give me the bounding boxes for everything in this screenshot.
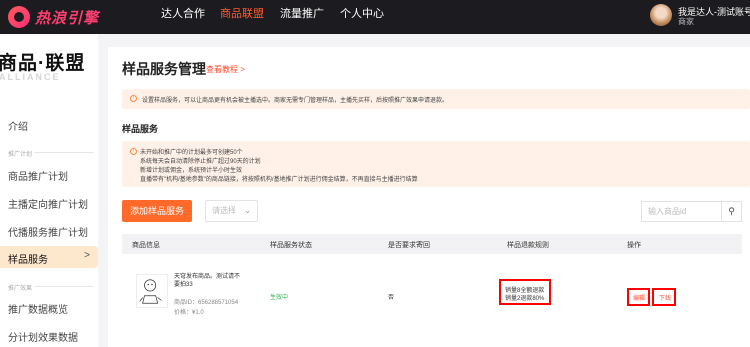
- select-placeholder: 请选择: [212, 206, 236, 215]
- table-row: 天穹发布商品。测试请不要拍33 商品ID：656288571054 价格：¥1.…: [122, 254, 742, 347]
- chevron-right-icon: >: [84, 250, 90, 261]
- product-thumbnail[interactable]: [136, 274, 168, 308]
- sidebar-item-data-overview[interactable]: 推广数据概览: [8, 301, 68, 316]
- table-header-cell: 操作: [627, 242, 641, 249]
- table-header-cell: 商品信息: [132, 242, 160, 249]
- sidebar-item-label: 样品服务: [8, 255, 48, 266]
- sidebar-item-intro[interactable]: 介绍: [8, 118, 28, 133]
- sidebar-group-promotion-plans: 推广计划: [8, 149, 95, 158]
- table-header-cell: 样品服务状态: [270, 242, 312, 249]
- sidebar-item-agency-service-plan[interactable]: 代播服务推广计划: [8, 224, 88, 239]
- refund-rule-line: 销量2退款80%: [505, 296, 545, 302]
- table-header-cell: 样品退款规则: [507, 242, 549, 249]
- product-price: 价格：¥1.0: [174, 310, 204, 316]
- sidebar: 商品·联盟 ALLIANCE 介绍 推广计划 商品推广计划 主播定向推广计划 代…: [0, 34, 98, 347]
- logo-text: 热浪引擎: [35, 9, 100, 27]
- chevron-down-icon: ⌄: [244, 206, 251, 215]
- edit-highlight: 编辑: [627, 288, 650, 306]
- search-icon[interactable]: ⚲: [721, 201, 742, 222]
- status-select[interactable]: 请选择 ⌄: [205, 200, 258, 222]
- section-title: 样品服务: [122, 124, 159, 134]
- sidebar-subtitle: ALLIANCE: [0, 72, 61, 82]
- sidebar-item-sample-service[interactable]: 样品服务 >: [0, 246, 98, 268]
- sidebar-item-plan-effect-data[interactable]: 分计划效果数据: [8, 329, 78, 344]
- rule-line: 未开始和推广中的计划最多可创建50个: [140, 150, 243, 156]
- notice-text: 设置样品服务，可以让商品更有机会被主播选中。商家无需专门管理样品，主播先买样，后…: [142, 98, 449, 104]
- info-icon: !: [130, 95, 137, 102]
- rule-line: 系统每天会自动清除停止推广超过90天的计划: [140, 159, 261, 165]
- product-id: 商品ID：656288571054: [174, 300, 239, 306]
- view-tutorial-link[interactable]: 查看教程 >: [206, 64, 245, 75]
- add-sample-service-button[interactable]: 添加样品服务: [122, 200, 192, 222]
- main-content: 样品服务管理 查看教程 > ! 设置样品服务，可以让商品更有机会被主播选中。商家…: [108, 47, 750, 347]
- sidebar-title: 商品·联盟: [0, 53, 86, 74]
- nav-traffic-promotion[interactable]: 流量推广: [280, 0, 324, 34]
- page-title: 样品服务管理: [122, 61, 206, 77]
- product-sketch-icon: [139, 279, 162, 304]
- table-header: 商品信息 样品服务状态 是否要求寄回 样品退款规则 操作: [122, 234, 742, 254]
- sidebar-item-streamer-targeted-plan[interactable]: 主播定向推广计划: [8, 196, 88, 211]
- sidebar-group-promotion-effect: 推广效果: [8, 283, 95, 292]
- require-return-value: 否: [388, 295, 395, 301]
- logo-mark-icon: [8, 6, 30, 28]
- avatar[interactable]: [650, 4, 672, 26]
- nav-product-alliance[interactable]: 商品联盟: [220, 0, 264, 34]
- search-input[interactable]: 输入商品id: [641, 201, 721, 222]
- status-badge: 生效中: [270, 295, 289, 301]
- app-logo[interactable]: 热浪引擎: [8, 5, 99, 29]
- edit-button[interactable]: 编辑: [633, 293, 645, 302]
- info-notice: ! 设置样品服务，可以让商品更有机会被主播选中。商家无需专门管理样品，主播先买样…: [122, 89, 750, 109]
- rule-line: 新增计划或佣金，系统预计半小时生效: [140, 168, 243, 174]
- table-header-cell: 是否要求寄回: [388, 242, 430, 249]
- nav-talent-cooperation[interactable]: 达人合作: [161, 0, 205, 34]
- user-role: 商家: [678, 17, 694, 26]
- top-navigation-bar: 热浪引擎 达人合作 商品联盟 流量推广 个人中心 我是达人-测试账号929 商家: [0, 0, 750, 34]
- info-icon: !: [130, 148, 137, 155]
- offline-button[interactable]: 下线: [659, 293, 671, 302]
- product-title: 天穹发布商品。测试请不要拍33: [174, 274, 241, 288]
- refund-rule-highlight: 销量8全额退款 销量2退款80%: [499, 279, 551, 305]
- rule-line: 直播带有"机构/基地参数"的商品链接，将按照机构/基地推广计划进行佣金结算，不再…: [140, 177, 418, 183]
- rules-notice: ! 未开始和推广中的计划最多可创建50个 系统每天会自动清除停止推广超过90天的…: [122, 141, 750, 187]
- offline-highlight: 下线: [652, 288, 676, 306]
- nav-personal-center[interactable]: 个人中心: [340, 0, 384, 34]
- sidebar-item-product-promotion-plan[interactable]: 商品推广计划: [8, 168, 68, 183]
